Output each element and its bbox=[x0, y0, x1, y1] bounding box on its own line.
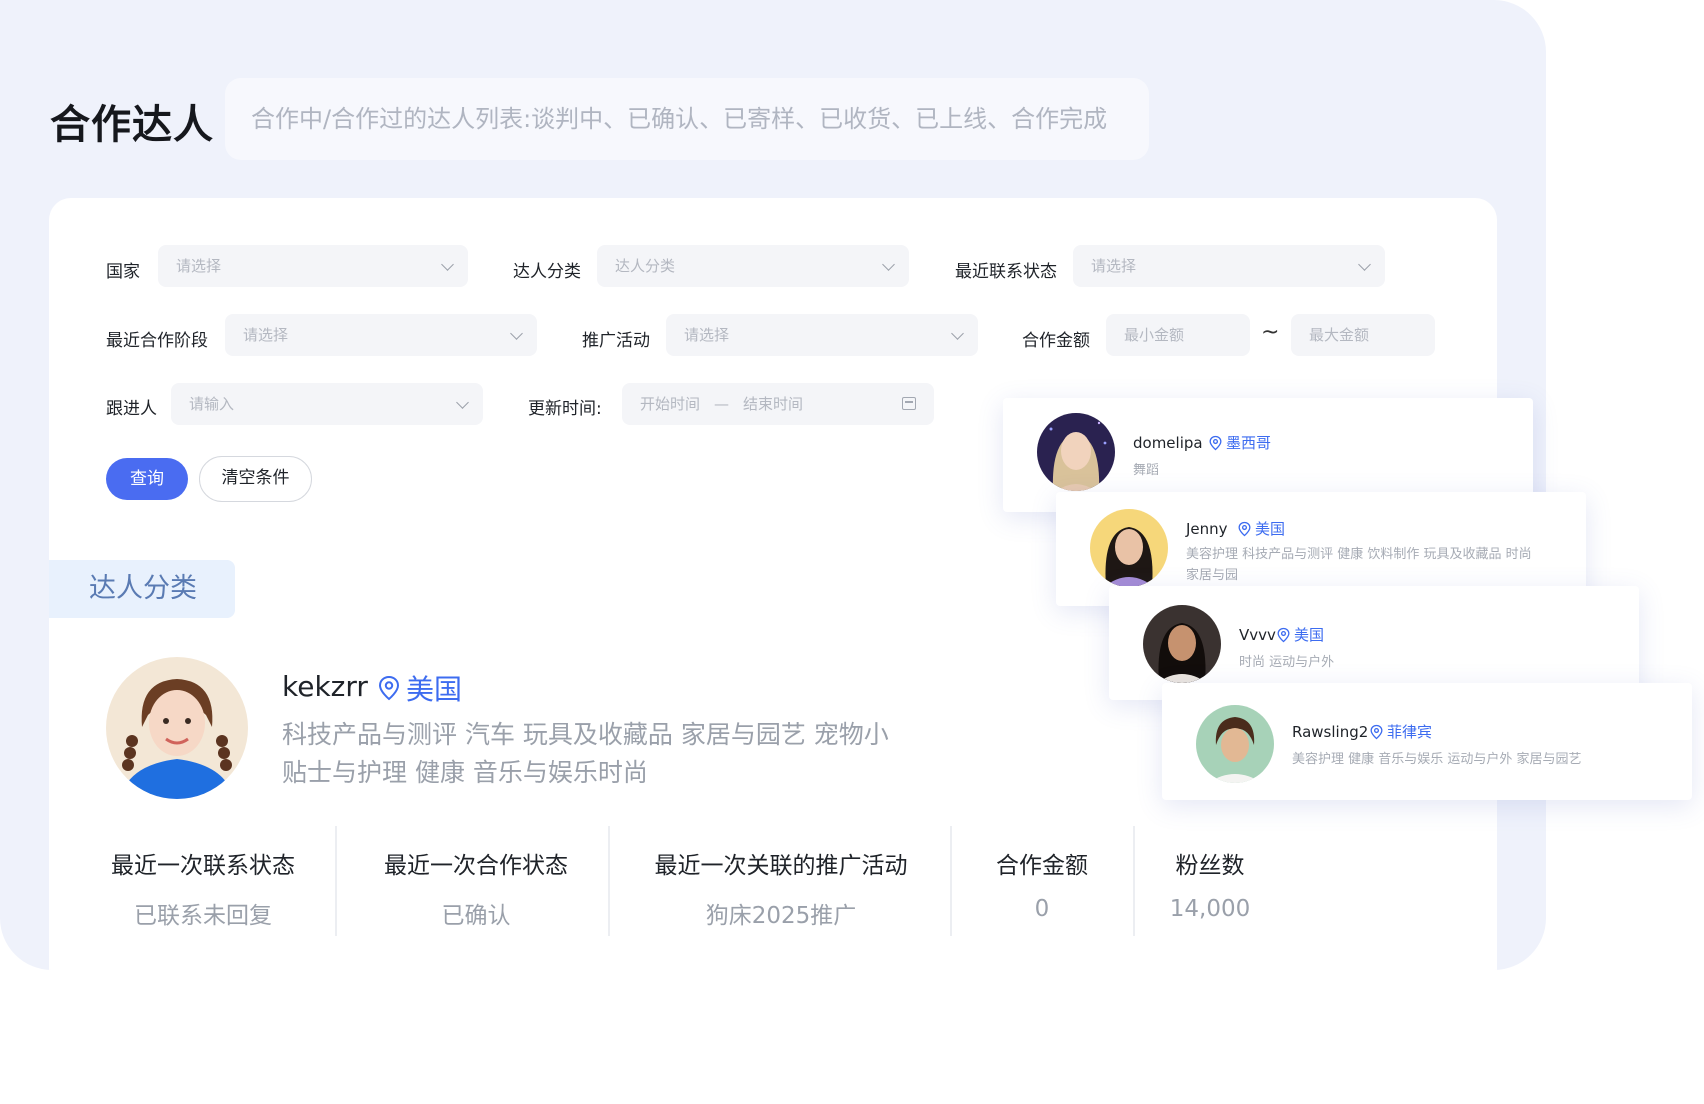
card-name: Rawsling2 bbox=[1292, 723, 1369, 741]
chevron-down-icon bbox=[456, 396, 469, 409]
category-label: 达人分类 bbox=[513, 262, 581, 282]
chevron-down-icon bbox=[1358, 258, 1371, 271]
stat-fans: 粉丝数 14,000 bbox=[1150, 826, 1270, 936]
card-location: 墨西哥 bbox=[1209, 432, 1271, 453]
amount-range-separator: ~ bbox=[1261, 320, 1280, 345]
stat-value: 已确认 bbox=[441, 903, 511, 929]
country-label: 国家 bbox=[106, 262, 140, 282]
location-pin-icon bbox=[1277, 627, 1290, 642]
stat-value: 狗床2025推广 bbox=[705, 903, 857, 929]
card-tags: 美容护理 健康 音乐与娱乐 运动与户外 家居与园艺 bbox=[1292, 752, 1582, 767]
end-time-placeholder: 结束时间 bbox=[743, 395, 804, 413]
avatar bbox=[1090, 509, 1168, 587]
calendar-icon bbox=[902, 397, 916, 410]
contact-status-select-placeholder: 请选择 bbox=[1091, 257, 1137, 275]
campaign-select[interactable]: 请选择 bbox=[666, 314, 978, 356]
card-tags: 美容护理 科技产品与测评 健康 饮料制作 玩具及收藏品 时尚家居与园 bbox=[1186, 547, 1532, 583]
campaign-label: 推广活动 bbox=[582, 331, 650, 351]
campaign-select-placeholder: 请选择 bbox=[684, 326, 730, 344]
category-select[interactable]: 达人分类 bbox=[597, 245, 909, 287]
location-pin-icon bbox=[378, 675, 400, 701]
chevron-down-icon bbox=[951, 327, 964, 340]
stat-label: 粉丝数 bbox=[1175, 853, 1245, 879]
country-select[interactable]: 请选择 bbox=[158, 245, 468, 287]
card-name: domelipa bbox=[1133, 434, 1203, 452]
stat-value: 0 bbox=[1034, 896, 1050, 922]
card-country: 美国 bbox=[1255, 520, 1286, 538]
page-description: 合作中/合作过的达人列表:谈判中、已确认、已寄样、已收货、已上线、合作完成 bbox=[225, 78, 1149, 160]
location-pin-icon bbox=[1370, 724, 1383, 739]
query-button[interactable]: 查询 bbox=[106, 458, 188, 500]
stat-label: 最近一次联系状态 bbox=[111, 853, 295, 879]
influencer-tags: 科技产品与测评 汽车 玩具及收藏品 家居与园艺 宠物小贴士与护理 健康 音乐与娱… bbox=[282, 720, 889, 787]
avatar bbox=[1196, 705, 1274, 783]
card-tags: 舞蹈 bbox=[1133, 463, 1160, 478]
stat-divider bbox=[608, 826, 610, 936]
amount-label: 合作金额 bbox=[1022, 331, 1090, 351]
card-tags: 时尚 运动与户外 bbox=[1239, 655, 1335, 670]
start-time-placeholder: 开始时间 bbox=[640, 395, 701, 413]
card-country: 墨西哥 bbox=[1226, 434, 1272, 452]
stat-label: 合作金额 bbox=[996, 853, 1088, 879]
contact-status-select[interactable]: 请选择 bbox=[1073, 245, 1385, 287]
stat-value: 14,000 bbox=[1169, 896, 1251, 922]
page-title: 合作达人 bbox=[50, 102, 214, 148]
stat-divider bbox=[950, 826, 952, 936]
country-select-placeholder: 请选择 bbox=[176, 257, 222, 275]
follower-label: 跟进人 bbox=[106, 399, 157, 419]
location-pin-icon bbox=[1238, 521, 1251, 536]
influencer-country: 美国 bbox=[406, 673, 463, 706]
coop-stage-select[interactable]: 请选择 bbox=[225, 314, 537, 356]
stat-label: 最近一次关联的推广活动 bbox=[654, 853, 908, 879]
stat-label: 最近一次合作状态 bbox=[384, 853, 568, 879]
stat-campaign: 最近一次关联的推广活动 狗床2025推广 bbox=[633, 826, 929, 936]
influencer-card[interactable]: Rawsling2 菲律宾 美容护理 健康 音乐与娱乐 运动与户外 家居与园艺 bbox=[1162, 683, 1692, 800]
clear-conditions-button[interactable]: 清空条件 bbox=[199, 456, 312, 502]
coop-stage-select-placeholder: 请选择 bbox=[243, 326, 289, 344]
stat-value: 已联系未回复 bbox=[134, 903, 272, 929]
card-location: 菲律宾 bbox=[1370, 721, 1432, 742]
avatar bbox=[1143, 605, 1221, 683]
follower-select[interactable]: 请输入 bbox=[171, 383, 483, 425]
avatar bbox=[1037, 413, 1115, 491]
stat-amount: 合作金额 0 bbox=[970, 826, 1114, 936]
update-time-range-picker[interactable]: 开始时间 — 结束时间 bbox=[622, 383, 934, 425]
card-name: Vvvv bbox=[1239, 626, 1276, 644]
date-range-dash: — bbox=[714, 395, 730, 413]
follower-select-placeholder: 请输入 bbox=[189, 395, 235, 413]
max-amount-placeholder: 最大金额 bbox=[1309, 326, 1370, 344]
card-location: 美国 bbox=[1277, 624, 1324, 645]
stat-divider bbox=[1133, 826, 1135, 936]
location-pin-icon bbox=[1209, 435, 1222, 450]
chevron-down-icon bbox=[510, 327, 523, 340]
stat-divider bbox=[335, 826, 337, 936]
stat-contact-status: 最近一次联系状态 已联系未回复 bbox=[90, 826, 316, 936]
card-country: 菲律宾 bbox=[1387, 723, 1433, 741]
max-amount-input[interactable]: 最大金额 bbox=[1291, 314, 1435, 356]
min-amount-input[interactable]: 最小金额 bbox=[1106, 314, 1250, 356]
card-country: 美国 bbox=[1294, 626, 1325, 644]
chevron-down-icon bbox=[441, 258, 454, 271]
influencer-name[interactable]: kekzrr bbox=[282, 670, 368, 703]
card-location: 美国 bbox=[1238, 518, 1285, 539]
update-time-label: 更新时间: bbox=[528, 399, 602, 419]
stat-coop-status: 最近一次合作状态 已确认 bbox=[361, 826, 591, 936]
min-amount-placeholder: 最小金额 bbox=[1124, 326, 1185, 344]
avatar[interactable] bbox=[106, 657, 248, 799]
card-name: Jenny bbox=[1186, 520, 1228, 538]
influencer-location: 美国 bbox=[378, 668, 462, 708]
category-select-placeholder: 达人分类 bbox=[615, 257, 676, 275]
coop-stage-label: 最近合作阶段 bbox=[106, 331, 208, 351]
influencer-category-tab[interactable]: 达人分类 bbox=[49, 560, 235, 618]
contact-status-label: 最近联系状态 bbox=[955, 262, 1057, 282]
chevron-down-icon bbox=[882, 258, 895, 271]
